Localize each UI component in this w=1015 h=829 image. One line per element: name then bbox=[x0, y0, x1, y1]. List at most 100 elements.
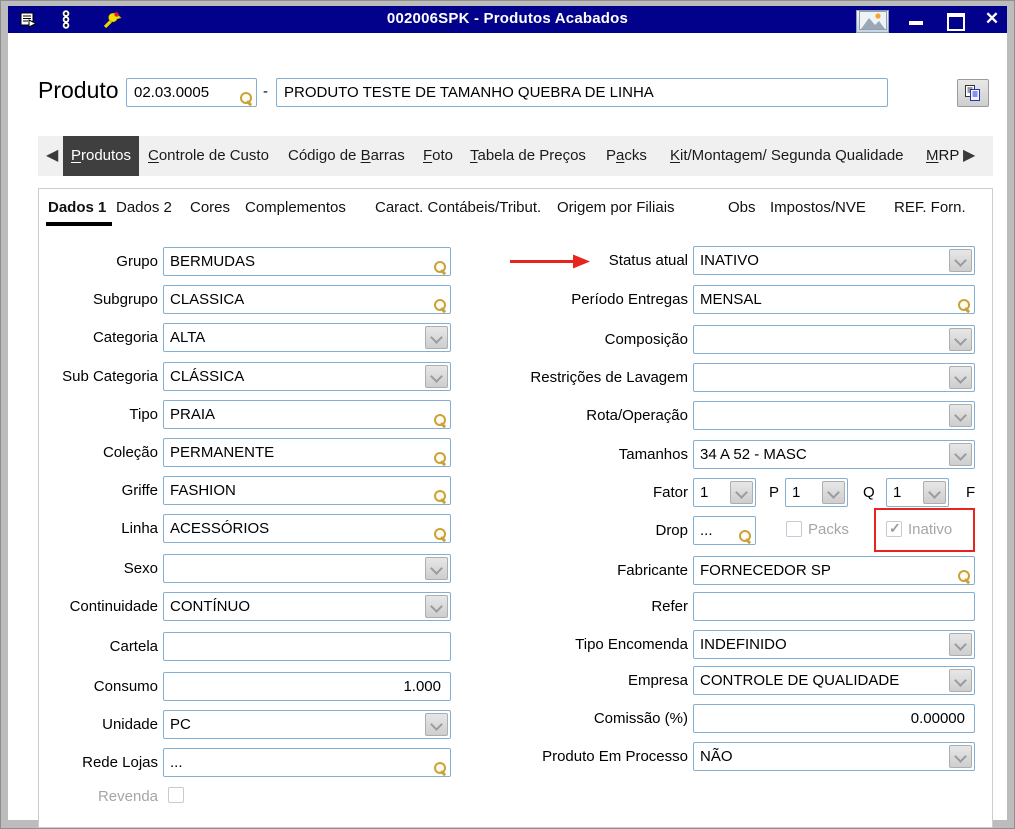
lookup-icon[interactable] bbox=[434, 261, 447, 274]
product-code-input[interactable]: 02.03.0005 bbox=[126, 78, 257, 107]
export-icon[interactable] bbox=[20, 12, 38, 33]
window-content: Produto 02.03.0005 - PRODUTO TESTE DE TA… bbox=[8, 33, 1007, 820]
tabs-scroll-left-icon[interactable]: ◀ bbox=[46, 145, 58, 165]
status-lights-icon[interactable] bbox=[58, 10, 74, 34]
subtab-obs[interactable]: Obs bbox=[728, 197, 756, 219]
copy-button[interactable] bbox=[957, 79, 989, 107]
lookup-icon[interactable] bbox=[958, 299, 971, 312]
subtab-complementos[interactable]: Complementos bbox=[245, 197, 346, 219]
categoria-select[interactable]: ALTA bbox=[163, 323, 451, 352]
tab-codigo-de-barras[interactable]: Código de Barras bbox=[288, 136, 405, 176]
chevron-down-icon[interactable] bbox=[949, 366, 972, 389]
status-atual-select[interactable]: INATIVO bbox=[693, 246, 975, 275]
chevron-down-icon[interactable] bbox=[425, 713, 448, 736]
tab-foto[interactable]: Foto bbox=[423, 136, 453, 176]
linha-input[interactable]: ACESSÓRIOS bbox=[163, 514, 451, 543]
sub-categoria-select[interactable]: CLÁSSICA bbox=[163, 362, 451, 391]
refer-input[interactable] bbox=[693, 592, 975, 621]
subtab-cores[interactable]: Cores bbox=[190, 197, 230, 219]
maximize-button[interactable] bbox=[939, 6, 969, 33]
chevron-down-icon[interactable] bbox=[949, 443, 972, 466]
inativo-checkbox-label: Inativo bbox=[908, 516, 952, 544]
product-description-input[interactable]: PRODUTO TESTE DE TAMANHO QUEBRA DE LINHA bbox=[276, 78, 888, 107]
lookup-icon[interactable] bbox=[434, 414, 447, 427]
tab-controle-de-custo[interactable]: Controle de Custo bbox=[148, 136, 269, 176]
tipo-encomenda-select[interactable]: INDEFINIDO bbox=[693, 630, 975, 659]
tabs-scroll-right-icon[interactable]: ▶ bbox=[963, 145, 975, 165]
lookup-icon[interactable] bbox=[434, 490, 447, 503]
minimize-button[interactable] bbox=[901, 6, 931, 33]
subtab-dados-1[interactable]: Dados 1 bbox=[48, 197, 106, 219]
consumo-input[interactable]: 1.000 bbox=[163, 672, 451, 701]
fator-f-select[interactable]: 1 bbox=[886, 478, 949, 507]
subtab-origem-por-filiais[interactable]: Origem por Filiais bbox=[557, 197, 675, 219]
lookup-icon[interactable] bbox=[240, 92, 253, 105]
chevron-down-icon[interactable] bbox=[949, 669, 972, 692]
tab-kit-montagem-segunda-qualidade[interactable]: Kit/Montagem/ Segunda Qualidade bbox=[670, 136, 904, 176]
empresa-select[interactable]: CONTROLE DE QUALIDADE bbox=[693, 666, 975, 695]
chevron-down-icon[interactable] bbox=[949, 404, 972, 427]
chevron-down-icon[interactable] bbox=[923, 481, 946, 504]
lookup-icon[interactable] bbox=[434, 299, 447, 312]
lookup-icon[interactable] bbox=[434, 452, 447, 465]
chevron-down-icon[interactable] bbox=[425, 595, 448, 618]
tools-icon[interactable] bbox=[102, 11, 123, 34]
subtab-impostos-nve[interactable]: Impostos/NVE bbox=[770, 197, 866, 219]
image-button[interactable] bbox=[856, 10, 889, 33]
field-row-produto-em-processo: Produto Em Processo NÃO bbox=[508, 742, 975, 771]
subtab-caract-contabeis-tribut[interactable]: Caract. Contábeis/Tribut. bbox=[375, 197, 541, 219]
chevron-down-icon[interactable] bbox=[949, 249, 972, 272]
fabricante-input[interactable]: FORNECEDOR SP bbox=[693, 556, 975, 585]
periodo-entregas-input[interactable]: MENSAL bbox=[693, 285, 975, 314]
fator-letter-f: F bbox=[966, 478, 975, 507]
field-row-tipo-encomenda: Tipo Encomenda INDEFINIDO bbox=[508, 630, 975, 659]
lookup-icon[interactable] bbox=[434, 528, 447, 541]
griffe-input[interactable]: FASHION bbox=[163, 476, 451, 505]
product-label: Produto bbox=[38, 77, 119, 104]
chevron-down-icon[interactable] bbox=[949, 633, 972, 656]
composicao-select[interactable] bbox=[693, 325, 975, 354]
field-row-consumo: Consumo 1.000 bbox=[38, 672, 451, 701]
field-label: Tipo Encomenda bbox=[508, 630, 688, 659]
chevron-down-icon[interactable] bbox=[425, 365, 448, 388]
sexo-select[interactable] bbox=[163, 554, 451, 583]
chevron-down-icon[interactable] bbox=[425, 557, 448, 580]
continuidade-select[interactable]: CONTÍNUO bbox=[163, 592, 451, 621]
lookup-icon[interactable] bbox=[739, 530, 752, 543]
revenda-checkbox[interactable] bbox=[168, 787, 184, 803]
comissao-input[interactable]: 0.00000 bbox=[693, 704, 975, 733]
subtab-dados-2[interactable]: Dados 2 bbox=[116, 197, 172, 219]
subtab-ref-forn[interactable]: REF. Forn. bbox=[894, 197, 966, 219]
chevron-down-icon[interactable] bbox=[949, 745, 972, 768]
tab-mrp[interactable]: MRP bbox=[926, 136, 959, 176]
lookup-icon[interactable] bbox=[958, 570, 971, 583]
tipo-input[interactable]: PRAIA bbox=[163, 400, 451, 429]
unidade-select[interactable]: PC bbox=[163, 710, 451, 739]
chevron-down-icon[interactable] bbox=[949, 328, 972, 351]
grupo-input[interactable]: BERMUDAS bbox=[163, 247, 451, 276]
window-title: 002006SPK - Produtos Acabados bbox=[188, 10, 827, 27]
tab-tabela-de-precos[interactable]: Tabela de Preços bbox=[470, 136, 586, 176]
restricoes-de-lavagem-select[interactable] bbox=[693, 363, 975, 392]
chevron-down-icon[interactable] bbox=[425, 326, 448, 349]
chevron-down-icon[interactable] bbox=[730, 481, 753, 504]
fator-p-select[interactable]: 1 bbox=[693, 478, 756, 507]
inativo-checkbox[interactable] bbox=[886, 521, 902, 537]
rota-operacao-select[interactable] bbox=[693, 401, 975, 430]
lookup-icon[interactable] bbox=[434, 762, 447, 775]
tab-produtos[interactable]: Produtos bbox=[63, 136, 139, 176]
colecao-input[interactable]: PERMANENTE bbox=[163, 438, 451, 467]
close-button[interactable]: ✕ bbox=[977, 6, 1007, 33]
packs-checkbox[interactable] bbox=[786, 521, 802, 537]
subgrupo-input[interactable]: CLASSICA bbox=[163, 285, 451, 314]
chevron-down-icon[interactable] bbox=[822, 481, 845, 504]
fator-q-select[interactable]: 1 bbox=[785, 478, 848, 507]
tamanhos-select[interactable]: 34 A 52 - MASC bbox=[693, 440, 975, 469]
drop-input[interactable]: ... bbox=[693, 516, 756, 545]
rede-lojas-input[interactable]: ... bbox=[163, 748, 451, 777]
tab-packs[interactable]: Packs bbox=[606, 136, 647, 176]
cartela-input[interactable] bbox=[163, 632, 451, 661]
field-label: Grupo bbox=[38, 247, 158, 276]
field-label: Rota/Operação bbox=[508, 401, 688, 430]
produto-em-processo-select[interactable]: NÃO bbox=[693, 742, 975, 771]
